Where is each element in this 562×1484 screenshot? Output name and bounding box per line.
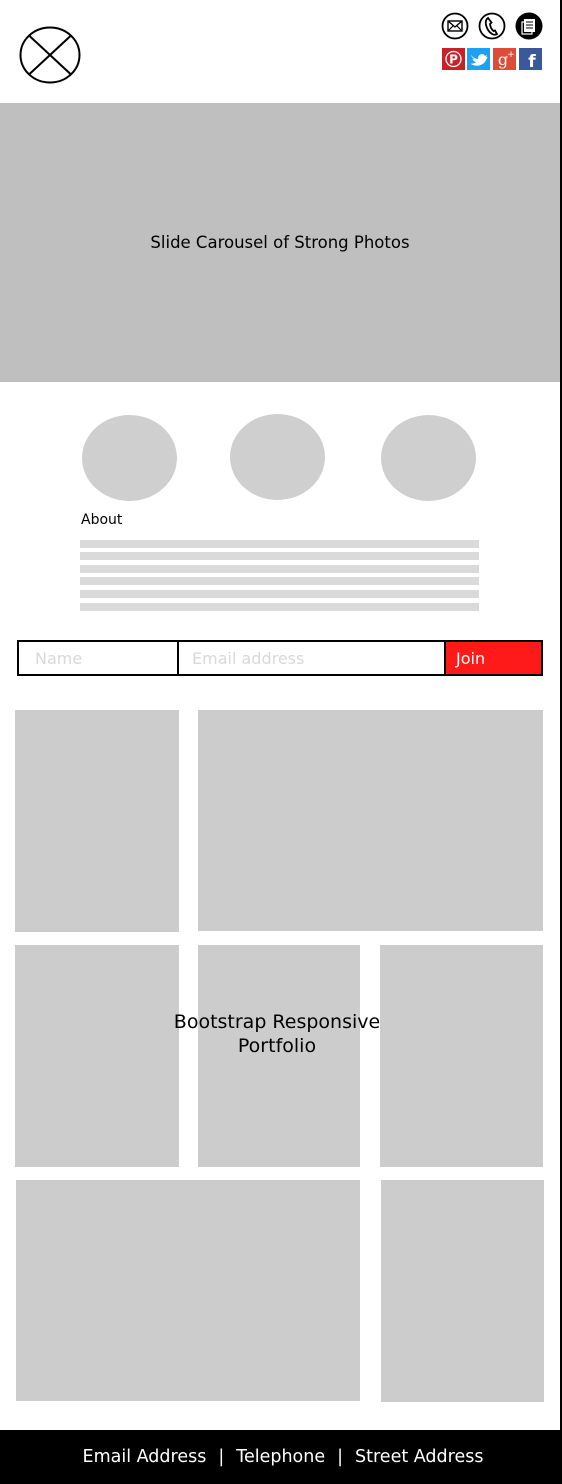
footer-street-address-link[interactable]: Street Address (355, 1447, 483, 1467)
portfolio-tile-5[interactable] (380, 945, 543, 1167)
portfolio-label: Bootstrap Responsive Portfolio (160, 1010, 394, 1058)
name-field[interactable]: Name (19, 642, 179, 674)
portfolio-label-line-2: Portfolio (237, 1035, 317, 1057)
feature-circle-2[interactable] (230, 414, 325, 500)
site-footer: Email Address | Telephone | Street Addre… (0, 1430, 562, 1484)
logo-placeholder-icon[interactable] (19, 26, 81, 84)
carousel-label: Slide Carousel of Strong Photos (150, 232, 410, 252)
about-text-line (80, 603, 479, 611)
google-plus-icon[interactable]: g + (493, 48, 516, 70)
svg-text:P: P (449, 53, 458, 67)
footer-separator: | (337, 1447, 344, 1467)
portfolio-tile-3[interactable] (15, 945, 179, 1167)
feature-circle-3[interactable] (381, 415, 476, 501)
pinterest-icon[interactable]: P (442, 48, 465, 70)
about-text-line (80, 540, 479, 548)
portfolio-label-line-1: Bootstrap Responsive (173, 1011, 381, 1033)
footer-telephone-link[interactable]: Telephone (236, 1447, 325, 1467)
join-button[interactable]: Join (446, 642, 541, 674)
document-icon[interactable] (515, 12, 543, 40)
twitter-icon[interactable] (467, 48, 490, 70)
portfolio-tile-6[interactable] (16, 1180, 360, 1401)
portfolio-tile-2[interactable] (198, 710, 543, 931)
about-text-line (80, 565, 479, 573)
portfolio-tile-1[interactable] (15, 710, 179, 932)
about-text-line (80, 552, 479, 560)
svg-text:+: + (507, 50, 515, 60)
about-text-line (80, 590, 479, 598)
footer-email-link[interactable]: Email Address (83, 1447, 207, 1467)
about-text-line (80, 577, 479, 585)
facebook-icon[interactable]: f (519, 48, 542, 70)
about-heading: About (81, 512, 123, 528)
photo-carousel[interactable]: Slide Carousel of Strong Photos (0, 103, 560, 382)
email-icon[interactable] (441, 12, 469, 40)
feature-circle-1[interactable] (82, 415, 177, 501)
portfolio-tile-7[interactable] (381, 1180, 544, 1402)
svg-text:f: f (528, 52, 536, 70)
footer-separator: | (218, 1447, 225, 1467)
signup-form: Name Email address Join (17, 640, 543, 676)
email-field[interactable]: Email address (179, 642, 446, 674)
phone-icon[interactable] (478, 12, 506, 40)
